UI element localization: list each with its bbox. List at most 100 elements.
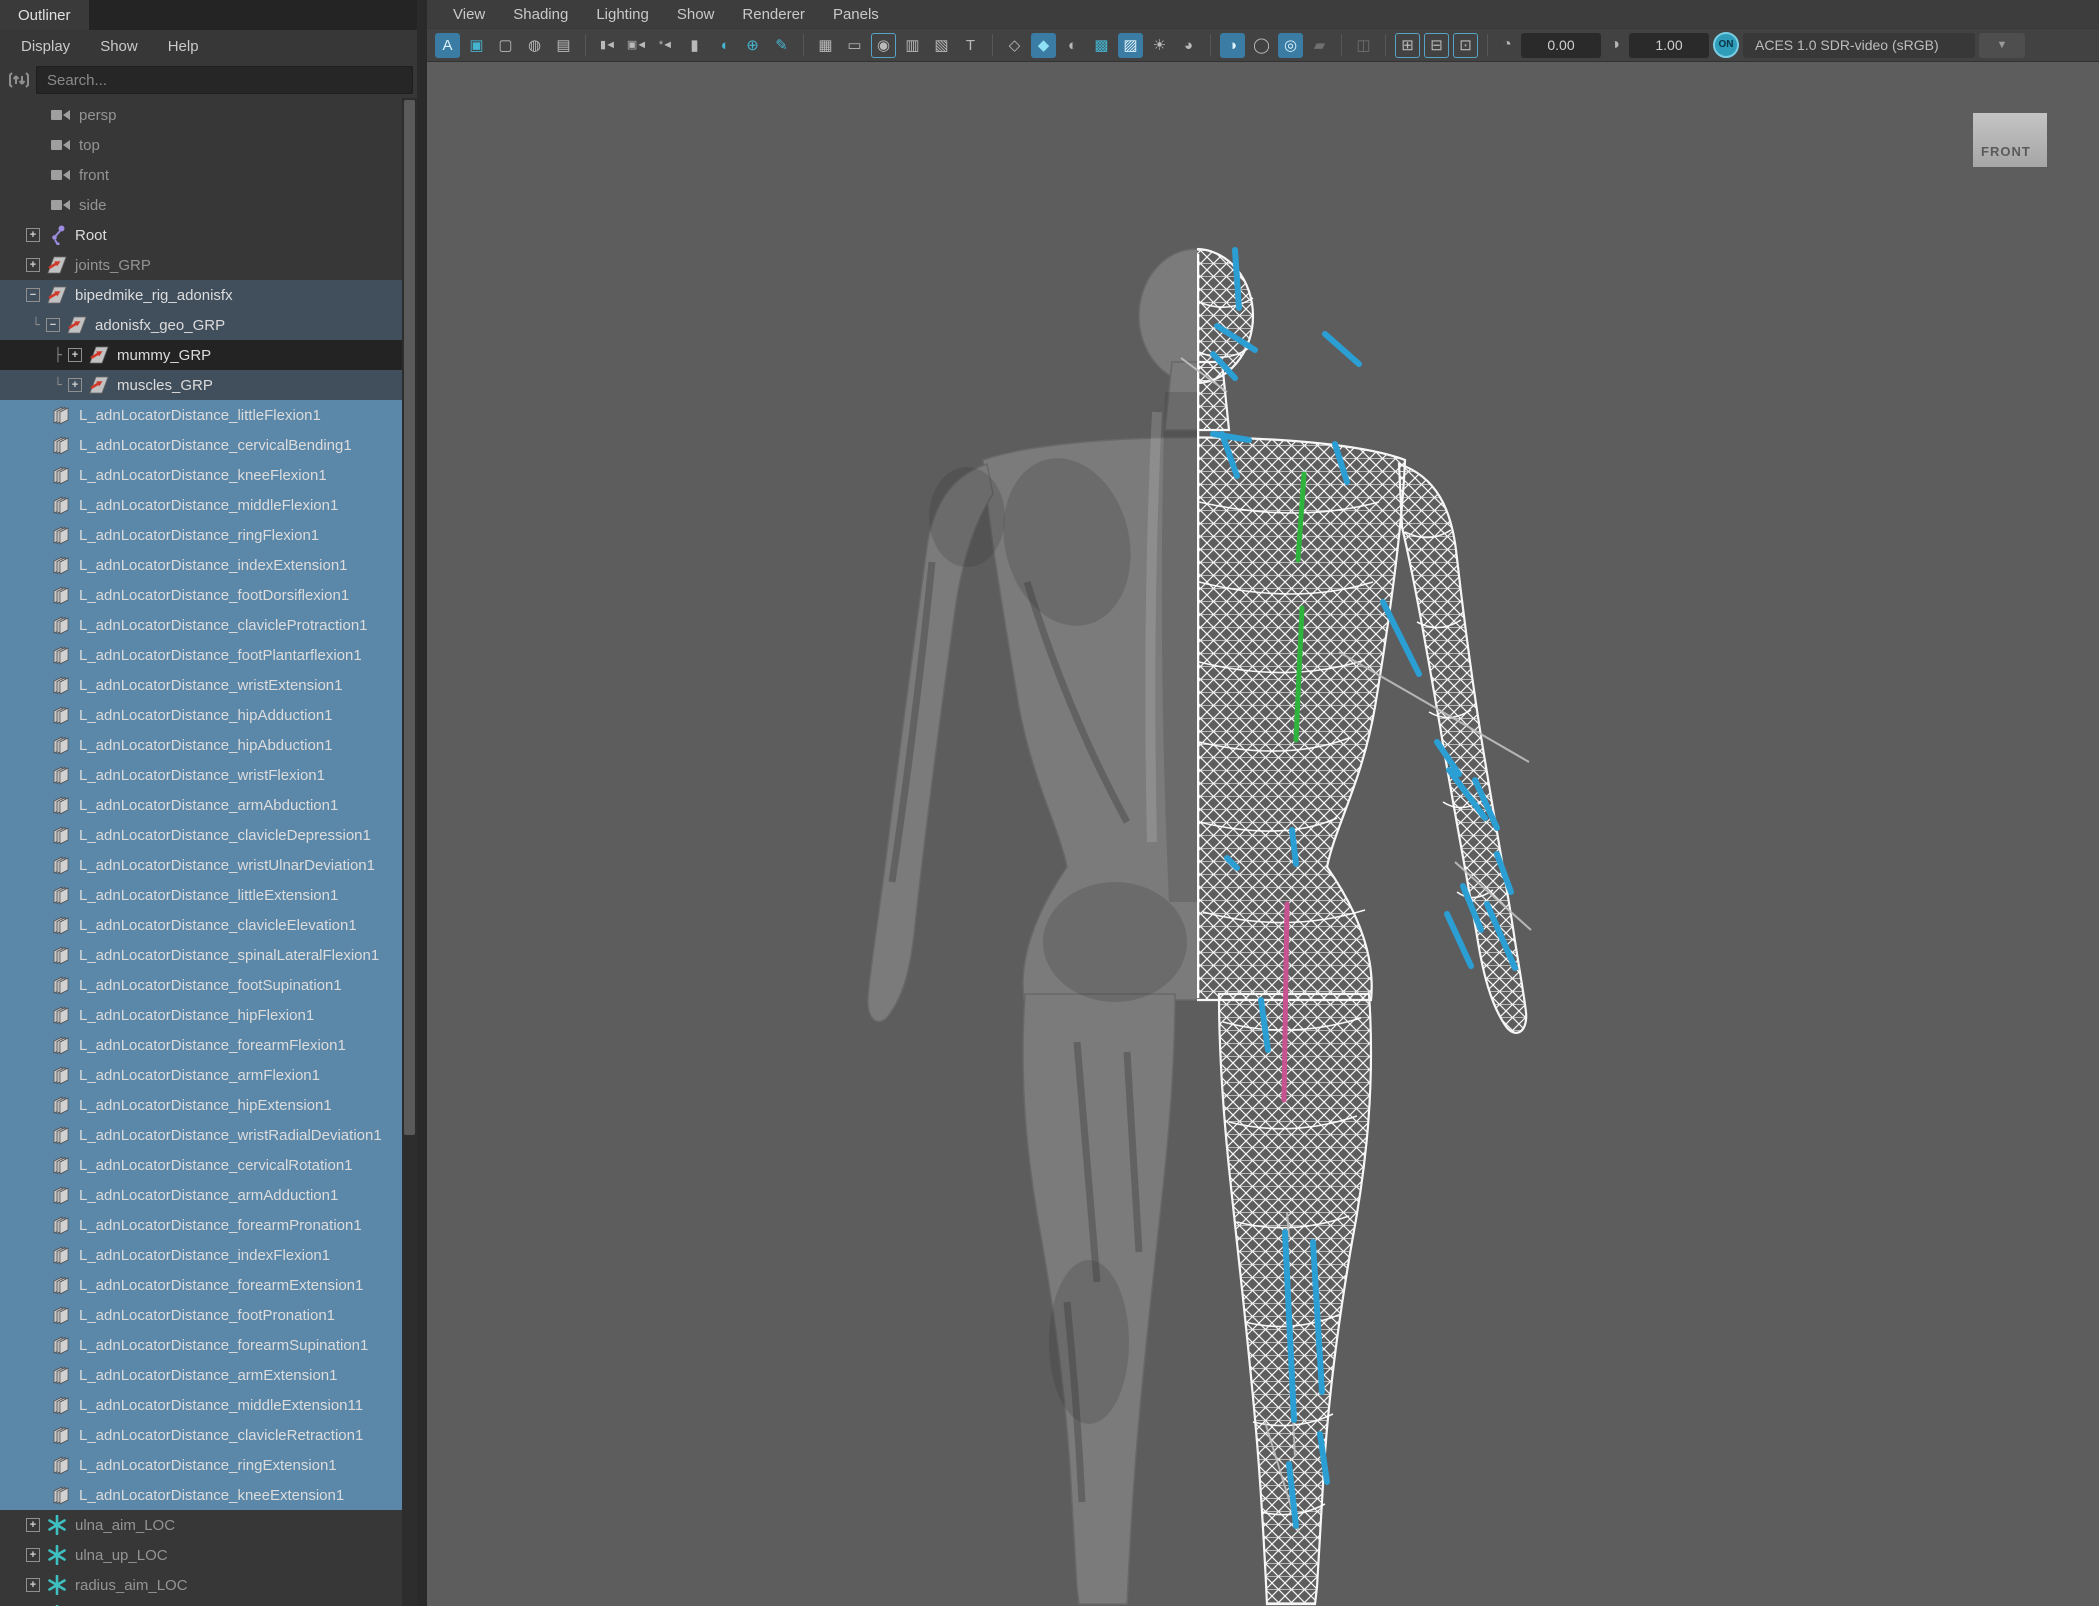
anti-aliasing-toggle-button[interactable]: ◎ (1278, 33, 1303, 58)
outliner-row[interactable]: L_adnLocatorDistance_forearmFlexion1 (0, 1030, 402, 1060)
outliner-row[interactable]: L_adnLocatorDistance_ringExtension1 (0, 1450, 402, 1480)
outliner-row[interactable]: L_adnLocatorDistance_footPlantarflexion1 (0, 640, 402, 670)
outliner-tab[interactable]: Outliner (0, 0, 89, 30)
outliner-row[interactable]: L_adnLocatorDistance_middleFlexion1 (0, 490, 402, 520)
outliner-row[interactable]: + radius_aim_LOC (0, 1570, 402, 1600)
outliner-menu-show[interactable]: Show (85, 38, 153, 55)
filter-icon[interactable] (2, 66, 36, 94)
outliner-row[interactable]: L_adnLocatorDistance_hipFlexion1 (0, 1000, 402, 1030)
outliner-row[interactable]: − bipedmike_rig_adonisfx (0, 280, 402, 310)
outliner-row[interactable]: + ulna_up_LOC (0, 1540, 402, 1570)
viewport-menu-show[interactable]: Show (663, 6, 729, 23)
outliner-row[interactable]: L_adnLocatorDistance_forearmExtension1 (0, 1270, 402, 1300)
outliner-menu-display[interactable]: Display (6, 38, 85, 55)
camera-lock-button[interactable]: ▣◄ (624, 33, 649, 58)
bookmark-button[interactable]: ▮ (682, 33, 707, 58)
outliner-row[interactable]: L_adnLocatorDistance_clavicleRetraction1 (0, 1420, 402, 1450)
expander-icon[interactable]: + (26, 1518, 40, 1532)
outliner-row[interactable]: L_adnLocatorDistance_ringFlexion1 (0, 520, 402, 550)
outliner-row[interactable]: L_adnLocatorDistance_kneeExtension1 (0, 1480, 402, 1510)
gate-mask-button[interactable]: ▢ (493, 33, 518, 58)
outliner-row[interactable]: L_adnLocatorDistance_hipAbduction1 (0, 730, 402, 760)
shaded-mode-button[interactable]: ◆ (1031, 33, 1056, 58)
outliner-row[interactable]: L_adnLocatorDistance_wristUlnarDeviation… (0, 850, 402, 880)
grease-pencil-button[interactable]: ✎ (769, 33, 794, 58)
outliner-row[interactable]: L_adnLocatorDistance_footPronation1 (0, 1300, 402, 1330)
outliner-menu-help[interactable]: Help (153, 38, 214, 55)
outliner-row[interactable]: + ulna_aim_LOC (0, 1510, 402, 1540)
expander-icon[interactable]: − (26, 288, 40, 302)
resolution-gate-button[interactable]: ▣ (464, 33, 489, 58)
expander-icon[interactable]: + (68, 378, 82, 392)
outliner-row[interactable]: L_adnLocatorDistance_littleExtension1 (0, 880, 402, 910)
ssao-toggle-button[interactable]: ◑ (1220, 33, 1245, 58)
outliner-scrollbar[interactable] (402, 98, 417, 1606)
outliner-row[interactable]: L_adnLocatorDistance_middleExtension11 (0, 1390, 402, 1420)
outliner-row[interactable]: side (0, 190, 402, 220)
outliner-row[interactable]: L_adnLocatorDistance_footSupination1 (0, 970, 402, 1000)
outliner-row[interactable]: front (0, 160, 402, 190)
image-plane-display-button[interactable]: ▧ (929, 33, 954, 58)
grid-button[interactable]: ▦ (813, 33, 838, 58)
outliner-row[interactable]: L_adnLocatorDistance_clavicleElevation1 (0, 910, 402, 940)
color-management-toggle[interactable]: ON (1713, 32, 1739, 58)
image-plane-button[interactable]: ▤ (551, 33, 576, 58)
outliner-row[interactable]: persp (0, 100, 402, 130)
outliner-row[interactable]: L_adnLocatorDistance_hipExtension1 (0, 1090, 402, 1120)
pane-layout-two-button[interactable]: ⊟ (1424, 33, 1449, 58)
motion-blur-toggle-button[interactable]: ◯ (1249, 33, 1274, 58)
outliner-row[interactable]: L_adnLocatorDistance_wristExtension1 (0, 670, 402, 700)
outliner-row[interactable]: + Root (0, 220, 402, 250)
viewport-menu-shading[interactable]: Shading (499, 6, 582, 23)
film-gate-button[interactable]: ◍ (522, 33, 547, 58)
outliner-row[interactable]: L_adnLocatorDistance_forearmPronation1 (0, 1210, 402, 1240)
expander-icon[interactable]: + (26, 1548, 40, 1562)
hud-display-button[interactable]: ▥ (900, 33, 925, 58)
outliner-row[interactable]: L_adnLocatorDistance_armAdduction1 (0, 1180, 402, 1210)
outliner-row[interactable]: top (0, 130, 402, 160)
outliner-row[interactable]: L_adnLocatorDistance_armFlexion1 (0, 1060, 402, 1090)
film-strip-button[interactable]: ▭ (842, 33, 867, 58)
outliner-row[interactable]: L_adnLocatorDistance_hipAdduction1 (0, 700, 402, 730)
outliner-row[interactable]: + joints_GRP (0, 250, 402, 280)
camera-tools-button[interactable]: ⊕ (740, 33, 765, 58)
exposure-field[interactable]: 0.00 (1521, 33, 1601, 58)
pane-layout-quad-button[interactable]: ⊡ (1453, 33, 1478, 58)
viewport-canvas[interactable]: FRONT (427, 62, 2099, 1606)
scrollbar-thumb[interactable] (404, 100, 415, 1135)
view-transform-select[interactable]: ACES 1.0 SDR-video (sRGB) (1743, 33, 1975, 58)
outliner-row[interactable]: L_adnLocatorDistance_clavicleDepression1 (0, 820, 402, 850)
render-flag-button[interactable]: ▰ (1307, 33, 1332, 58)
two-sided-lighting-button[interactable]: ◖ (711, 33, 736, 58)
outliner-row[interactable]: + (0, 1600, 402, 1606)
panel-divider[interactable] (417, 0, 427, 1606)
expander-icon[interactable]: + (26, 1578, 40, 1592)
outliner-row[interactable]: L_adnLocatorDistance_armExtension1 (0, 1360, 402, 1390)
wireframe-mode-button[interactable]: ◇ (1002, 33, 1027, 58)
outliner-row[interactable]: L_adnLocatorDistance_indexFlexion1 (0, 1240, 402, 1270)
expander-icon[interactable]: + (68, 348, 82, 362)
camera-button[interactable]: ▮◄ (595, 33, 620, 58)
selection-highlight-button[interactable]: A (435, 33, 460, 58)
outliner-row[interactable]: └ − adonisfx_geo_GRP (0, 310, 402, 340)
outliner-row[interactable]: L_adnLocatorDistance_forearmSupination1 (0, 1330, 402, 1360)
isolate-select-button[interactable]: ◫ (1351, 33, 1376, 58)
outliner-row[interactable]: L_adnLocatorDistance_armAbduction1 (0, 790, 402, 820)
outliner-row[interactable]: L_adnLocatorDistance_wristRadialDeviatio… (0, 1120, 402, 1150)
camera-attributes-button[interactable]: *◄ (653, 33, 678, 58)
outliner-row[interactable]: L_adnLocatorDistance_clavicleProtraction… (0, 610, 402, 640)
textured-mode-button[interactable]: ▩ (1089, 33, 1114, 58)
material-mode-button[interactable]: ◐ (1060, 33, 1085, 58)
outliner-row[interactable]: └ + muscles_GRP (0, 370, 402, 400)
expander-icon[interactable]: + (26, 258, 40, 272)
expander-icon[interactable]: + (26, 228, 40, 242)
mask-display-button[interactable]: ◉ (871, 33, 896, 58)
outliner-row[interactable]: L_adnLocatorDistance_kneeFlexion1 (0, 460, 402, 490)
shadow-mode-button[interactable]: ◕ (1176, 33, 1201, 58)
outliner-row[interactable]: L_adnLocatorDistance_spinalLateralFlexio… (0, 940, 402, 970)
expander-icon[interactable]: − (46, 318, 60, 332)
pane-layout-single-button[interactable]: ⊞ (1395, 33, 1420, 58)
outliner-row[interactable]: L_adnLocatorDistance_cervicalRotation1 (0, 1150, 402, 1180)
outliner-row[interactable]: L_adnLocatorDistance_indexExtension1 (0, 550, 402, 580)
pink-fiber-line[interactable] (1284, 904, 1287, 1100)
